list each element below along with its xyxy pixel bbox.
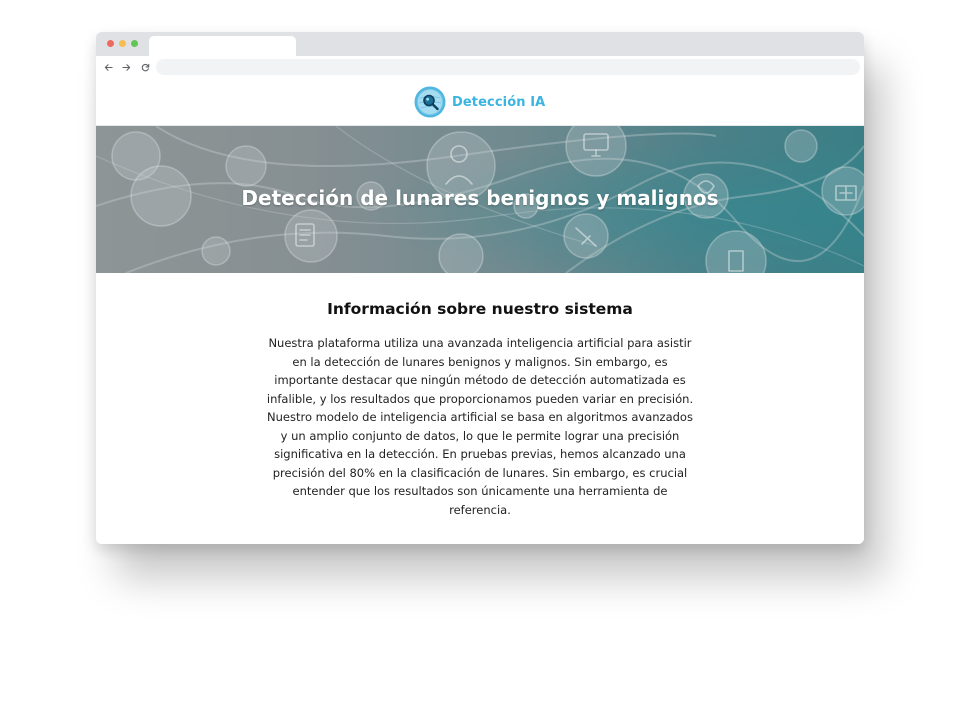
browser-tab-strip [96, 32, 864, 56]
brand-link[interactable]: Detección IA [414, 86, 545, 118]
magnifier-globe-logo-icon [414, 86, 446, 118]
browser-toolbar [96, 56, 864, 80]
forward-button[interactable] [119, 60, 133, 74]
hero-banner: Detección de lunares benignos y malignos [96, 126, 864, 273]
browser-window: Detección IA Detección de lunares benign… [96, 32, 864, 544]
arrow-right-icon [121, 63, 130, 71]
reload-button[interactable] [138, 60, 152, 74]
address-bar[interactable] [156, 59, 860, 75]
info-section-title: Información sobre nuestro sistema [327, 300, 633, 318]
close-window-button[interactable] [107, 40, 114, 47]
info-section: Información sobre nuestro sistema Nuestr… [96, 273, 864, 544]
browser-tab[interactable] [149, 36, 296, 56]
brand-name: Detección IA [452, 94, 546, 110]
maximize-window-button[interactable] [131, 40, 138, 47]
site-header: Detección IA [96, 80, 864, 126]
info-section-paragraph: Nuestra plataforma utiliza una avanzada … [266, 336, 694, 517]
minimize-window-button[interactable] [119, 40, 126, 47]
hero-title: Detección de lunares benignos y malignos [241, 186, 719, 210]
back-button[interactable] [101, 60, 115, 74]
arrow-left-icon [104, 63, 113, 71]
reload-icon [141, 63, 149, 71]
